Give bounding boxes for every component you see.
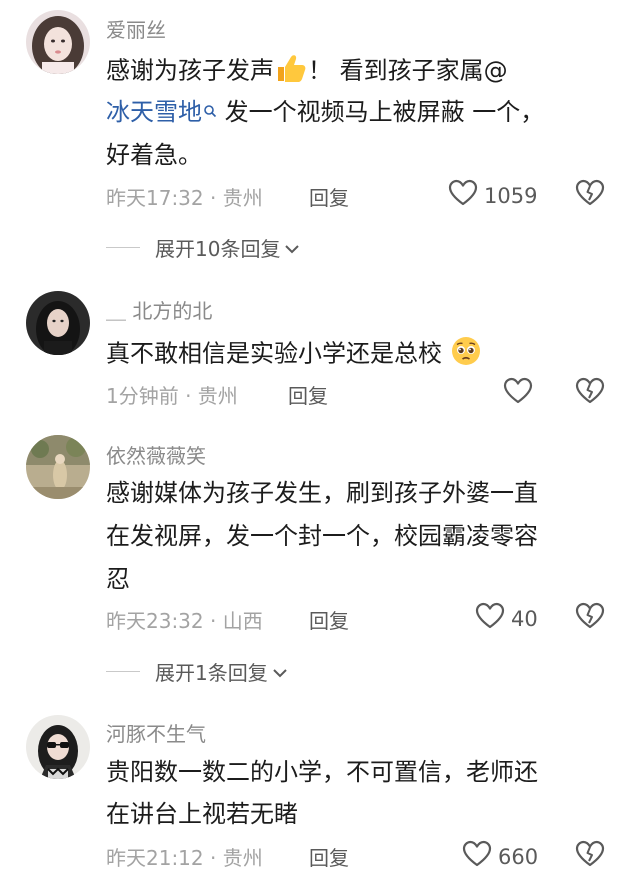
comment-text-line: 好着急。: [106, 141, 202, 169]
comment-meta: 昨天17:32 · 贵州: [106, 186, 263, 210]
comment-text: ！ 看到孩子家属@: [308, 56, 508, 85]
reply-button[interactable]: 回复: [288, 380, 328, 409]
comment-text: 感谢为孩子发声: [106, 56, 274, 85]
comment-text-line: 冰天雪地 发一个视频马上被屏蔽 一个，: [106, 97, 544, 127]
expand-replies-button[interactable]: 展开1条回复: [106, 657, 288, 686]
dislike-button[interactable]: [575, 377, 605, 409]
divider: [106, 247, 140, 248]
heart-outline-icon: [448, 179, 478, 212]
chevron-down-icon: [284, 236, 300, 260]
avatar[interactable]: [26, 291, 90, 355]
comment-text: 发一个视频马上被屏蔽 一个，: [217, 98, 545, 126]
broken-heart-icon: [575, 602, 605, 634]
comment-text-line: 忍: [106, 565, 130, 593]
avatar[interactable]: [26, 715, 90, 779]
broken-heart-icon: [575, 840, 605, 872]
reply-button[interactable]: 回复: [309, 182, 349, 211]
dislike-button[interactable]: [575, 840, 605, 872]
comment-item: 爱丽丝 感谢为孩子发声 ！ 看到孩子家属@ 冰天雪地 发一个视频马上被屏蔽 一个，…: [0, 0, 636, 270]
expand-replies-label: 展开10条回复: [155, 237, 281, 261]
comment-text-line: 在讲台上视若无睹: [106, 800, 298, 828]
expand-replies-button[interactable]: 展开10条回复: [106, 233, 300, 262]
broken-heart-icon: [575, 179, 605, 211]
like-button[interactable]: 1059: [448, 179, 537, 212]
username[interactable]: 依然薇薇笑: [106, 440, 206, 469]
search-icon: [203, 97, 217, 127]
comment-text-line: 在发视屏，发一个封一个，校园霸凌零容: [106, 522, 538, 550]
heart-outline-icon: [475, 602, 505, 635]
comment-item: 依然薇薇笑 感谢媒体为孩子发生，刷到孩子外婆一直 在发视屏，发一个封一个，校园霸…: [0, 430, 636, 700]
comment-meta: 1分钟前 · 贵州: [106, 384, 238, 408]
comment-text-line: 真不敢相信是实验小学还是总校: [106, 335, 482, 374]
mention-link[interactable]: 冰天雪地: [106, 98, 217, 126]
like-count: 660: [498, 844, 539, 869]
username[interactable]: 河豚不生气: [106, 718, 206, 747]
reply-button[interactable]: 回复: [309, 842, 349, 871]
dislike-button[interactable]: [575, 602, 605, 634]
comment-text-line: 感谢媒体为孩子发生，刷到孩子外婆一直: [106, 479, 538, 507]
comment-meta: 昨天23:32 · 山西: [106, 609, 263, 633]
like-count: 40: [511, 606, 538, 631]
like-button[interactable]: 40: [475, 602, 538, 635]
avatar[interactable]: [26, 10, 90, 74]
chevron-down-icon: [272, 660, 288, 684]
broken-heart-icon: [575, 377, 605, 409]
comment-text-line: 感谢为孩子发声 ！ 看到孩子家属@: [106, 53, 508, 90]
username[interactable]: 爱丽丝: [106, 14, 166, 43]
thumbs-up-emoji: [274, 53, 308, 90]
like-button[interactable]: 660: [462, 840, 538, 873]
like-button[interactable]: [503, 377, 533, 410]
reply-button[interactable]: 回复: [309, 605, 349, 634]
comment-text: 真不敢相信是实验小学还是总校: [106, 339, 442, 368]
comment-text-line: 贵阳数一数二的小学，不可置信，老师还: [106, 758, 538, 786]
pleading-face-emoji: [450, 335, 482, 374]
avatar[interactable]: [26, 435, 90, 499]
divider: [106, 671, 140, 672]
username[interactable]: ＿ 北方的北: [106, 295, 212, 324]
comment-meta: 昨天21:12 · 贵州: [106, 846, 263, 870]
heart-outline-icon: [462, 840, 492, 873]
like-count: 1059: [484, 183, 538, 208]
heart-outline-icon: [503, 377, 533, 410]
comment-item: ＿ 北方的北 真不敢相信是实验小学还是总校 1分钟前 · 贵州 回复: [0, 285, 636, 415]
comment-item: 河豚不生气 贵阳数一数二的小学，不可置信，老师还 在讲台上视若无睹 昨天21:1…: [0, 710, 636, 870]
expand-replies-label: 展开1条回复: [155, 661, 268, 685]
dislike-button[interactable]: [575, 179, 605, 211]
